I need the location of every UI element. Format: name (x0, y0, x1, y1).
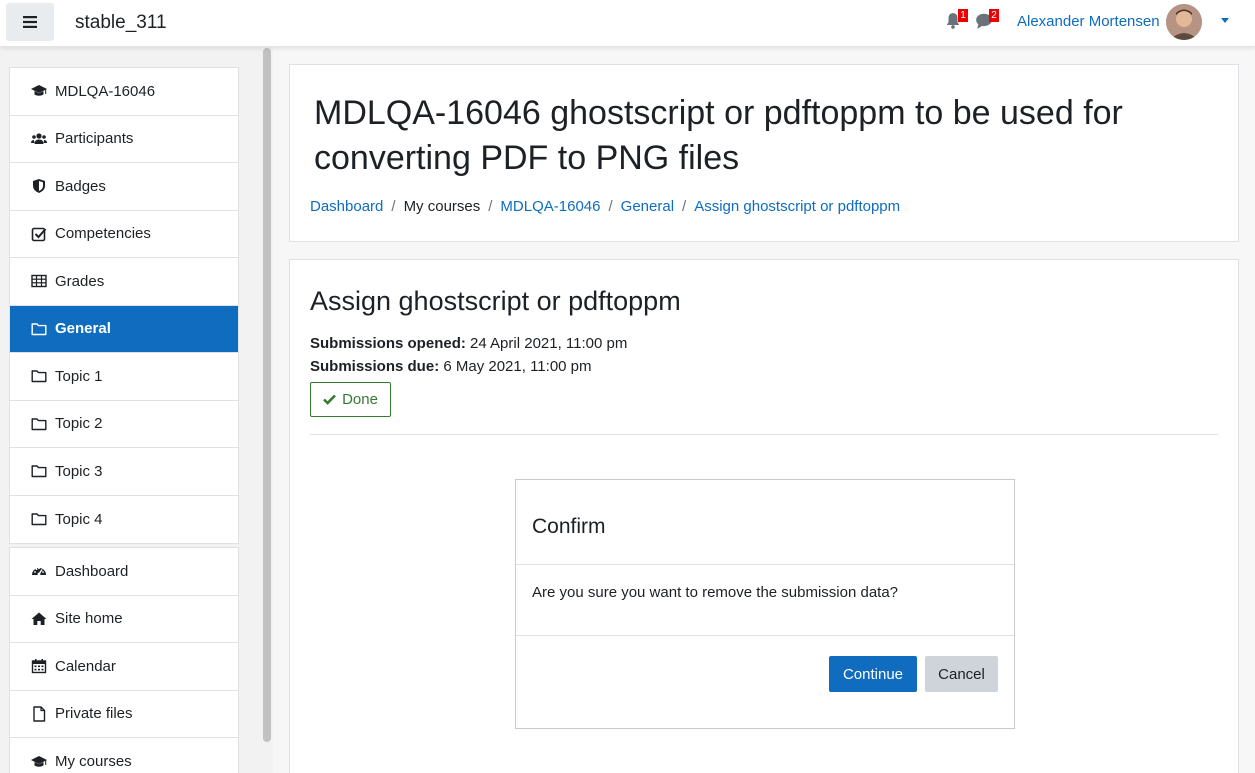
sidebar-item-label: Calendar (55, 657, 116, 675)
dashboard-icon (31, 563, 47, 579)
folder-icon (31, 463, 47, 479)
sidebar-item-label: Badges (55, 177, 106, 195)
due-label: Submissions due: (310, 358, 440, 375)
graduation-cap-icon (31, 83, 47, 99)
sidebar-item-label: Site home (55, 610, 123, 628)
calendar-icon (31, 658, 47, 674)
dialog-message: Are you sure you want to remove the subm… (532, 584, 899, 601)
folder-icon (31, 321, 47, 337)
cancel-button[interactable]: Cancel (925, 656, 998, 692)
breadcrumb-separator: / (682, 198, 687, 215)
sidebar-item-topic-2[interactable]: Topic 2 (10, 401, 238, 448)
sidebar-item-participants[interactable]: Participants (10, 116, 238, 163)
done-button[interactable]: Done (310, 382, 391, 417)
sidebar-item-private-files[interactable]: Private files (10, 691, 238, 738)
sidebar-item-general[interactable]: General (10, 305, 238, 353)
sidebar-item-calendar[interactable]: Calendar (10, 643, 238, 691)
chevron-down-icon[interactable] (1221, 18, 1229, 23)
nav-drawer: MDLQA-16046 Participants Badges Competencie… (0, 47, 273, 773)
folder-icon (31, 416, 47, 432)
sidebar-item-label: Dashboard (55, 562, 129, 580)
dialog-divider (516, 564, 1014, 565)
scrollbar-thumb[interactable] (263, 48, 271, 742)
sidebar-item-topic-1[interactable]: Topic 1 (10, 353, 238, 401)
opened-value: 24 April 2021, 11:00 pm (470, 335, 628, 352)
sidebar-item-label: Topic 2 (55, 415, 103, 433)
sidebar-item-label: Topic 4 (55, 510, 103, 528)
breadcrumb-item[interactable]: Dashboard (310, 198, 383, 215)
sidebar-item-label: Private files (55, 705, 133, 723)
graduation-cap-icon (31, 754, 47, 770)
check-square-icon (31, 226, 47, 242)
shield-icon (31, 178, 47, 194)
home-icon (31, 611, 47, 627)
divider (310, 434, 1218, 435)
sidebar-item-competencies[interactable]: Competencies (10, 211, 238, 258)
check-icon (323, 394, 336, 405)
sidebar-item-grades[interactable]: Grades (10, 258, 238, 306)
breadcrumb-separator: / (391, 198, 396, 215)
notifications-badge: 1 (958, 9, 968, 22)
sidebar-item-label: Topic 1 (55, 367, 103, 385)
sidebar-item-topic-4[interactable]: Topic 4 (10, 496, 238, 544)
avatar[interactable] (1166, 4, 1202, 40)
sidebar-item-site-home[interactable]: Site home (10, 596, 238, 643)
dialog-divider (516, 635, 1014, 636)
file-icon (31, 706, 47, 722)
sidebar-item-dashboard[interactable]: Dashboard (10, 548, 238, 596)
top-navbar: stable_311 1 2 Alexander Mortensen (0, 0, 1255, 47)
submissions-opened: Submissions opened: 24 April 2021, 11:00… (310, 335, 627, 352)
sidebar-item-mdlqa-16046[interactable]: MDLQA-16046 (10, 68, 238, 116)
breadcrumb-item[interactable]: Assign ghostscript or pdftoppm (694, 198, 900, 215)
drawer-toggle-button[interactable] (6, 3, 54, 41)
confirm-dialog: Confirm Are you sure you want to remove … (515, 479, 1015, 729)
sidebar-item-label: Grades (55, 272, 105, 290)
submissions-due: Submissions due: 6 May 2021, 11:00 pm (310, 358, 592, 375)
table-icon (31, 273, 47, 289)
hamburger-icon (23, 16, 37, 28)
sidebar-item-topic-3[interactable]: Topic 3 (10, 448, 238, 496)
continue-button[interactable]: Continue (829, 656, 917, 692)
course-nav-group: MDLQA-16046 Participants Badges Competencie… (9, 67, 239, 544)
page-header-card: MDLQA-16046 ghostscript or pdftoppm to b… (289, 64, 1239, 242)
user-menu-name[interactable]: Alexander Mortensen (1017, 13, 1160, 30)
breadcrumb-item[interactable]: MDLQA-16046 (500, 198, 600, 215)
done-label: Done (342, 391, 378, 408)
folder-icon (31, 511, 47, 527)
breadcrumb: Dashboard / My courses / MDLQA-16046 / General… (310, 198, 900, 215)
site-name[interactable]: stable_311 (75, 12, 167, 34)
breadcrumb-item[interactable]: General (621, 198, 674, 215)
dialog-title: Confirm (532, 515, 606, 538)
breadcrumb-separator: / (608, 198, 613, 215)
user-avatar-image (1166, 4, 1202, 40)
assignment-card: Assign ghostscript or pdftoppm Submissio… (289, 259, 1239, 773)
messages-badge: 2 (989, 9, 999, 22)
sidebar-item-label: Participants (55, 130, 134, 148)
assignment-title: Assign ghostscript or pdftoppm (310, 286, 681, 316)
users-icon (31, 131, 47, 147)
sidebar-item-label: Topic 3 (55, 462, 103, 480)
sidebar-item-label: Competencies (55, 225, 151, 243)
sidebar-item-my-courses[interactable]: My courses (10, 738, 238, 773)
opened-label: Submissions opened: (310, 335, 466, 352)
due-value: 6 May 2021, 11:00 pm (443, 358, 592, 375)
page-title: MDLQA-16046 ghostscript or pdftoppm to b… (314, 94, 1123, 177)
folder-icon (31, 368, 47, 384)
sidebar-item-label: General (55, 320, 111, 338)
sidebar-item-label: My courses (55, 753, 132, 771)
breadcrumb-separator: / (488, 198, 493, 215)
breadcrumb-item: My courses (403, 198, 481, 215)
site-nav-group: Dashboard Site home Calendar Private files M… (9, 547, 239, 773)
sidebar-item-label: MDLQA-16046 (55, 82, 156, 100)
sidebar-item-badges[interactable]: Badges (10, 163, 238, 211)
